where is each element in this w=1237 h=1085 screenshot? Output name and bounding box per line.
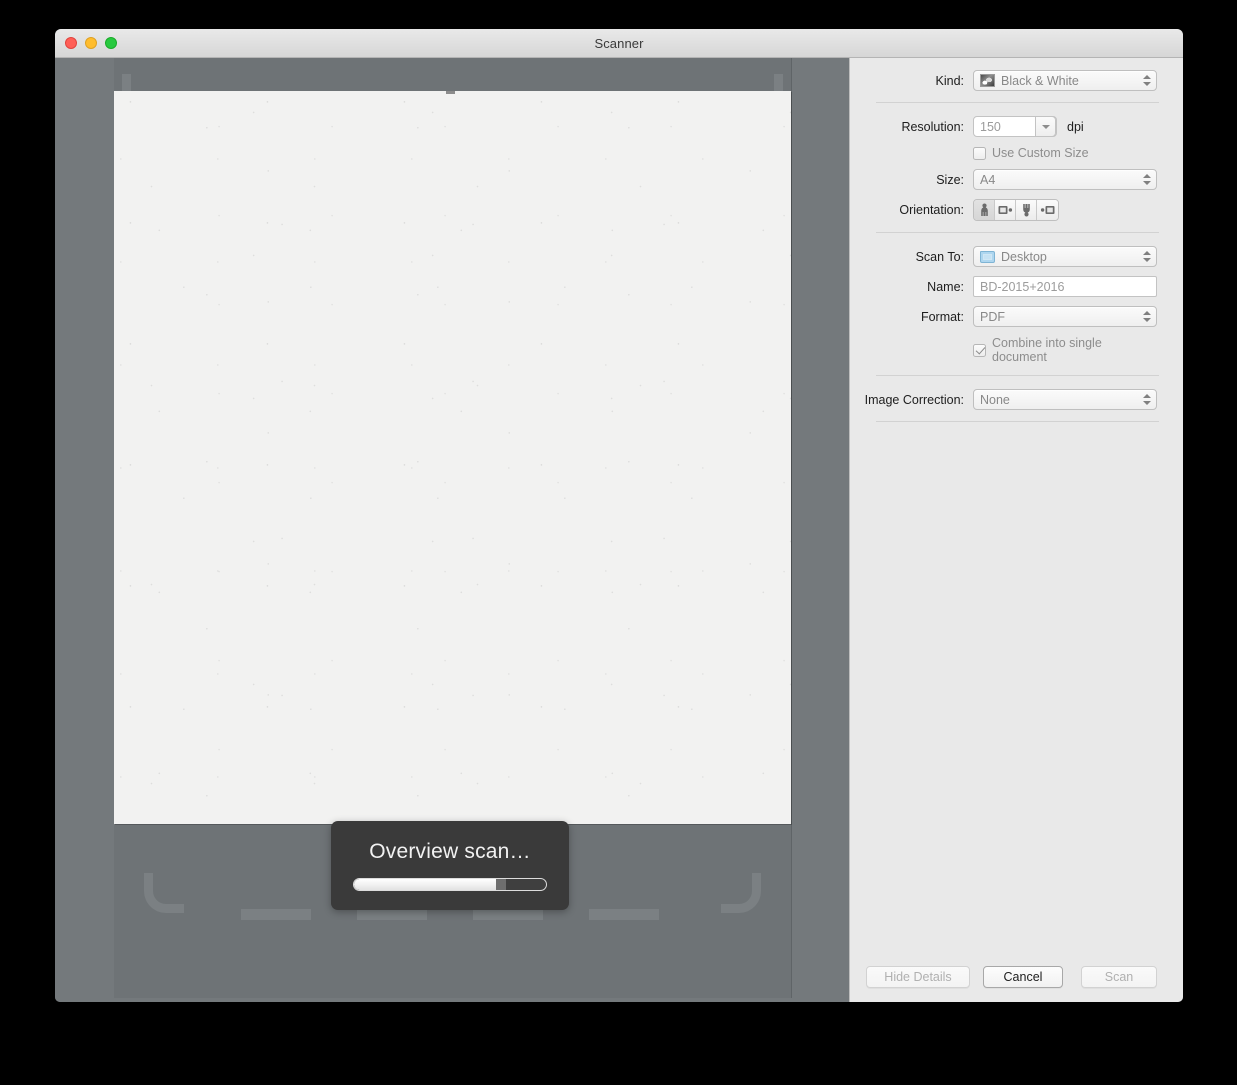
- kind-value: Black & White: [1001, 74, 1079, 88]
- row-orientation: Orientation:: [850, 199, 1183, 221]
- row-image-correction: Image Correction: None: [850, 389, 1183, 410]
- kind-popup-button[interactable]: Black & White: [973, 70, 1157, 91]
- checkbox-box-checked: [973, 344, 986, 357]
- chevron-down-icon[interactable]: [1035, 116, 1056, 137]
- resolution-label: Resolution:: [850, 120, 973, 134]
- window-title-bar: Scanner: [55, 29, 1183, 58]
- row-scan-to: Scan To: Desktop: [850, 246, 1183, 267]
- progress-bar-head: [496, 879, 506, 890]
- divider: [876, 102, 1159, 103]
- sidebar-footer: Hide Details Cancel Scan: [850, 966, 1183, 988]
- size-label: Size:: [850, 173, 973, 187]
- divider: [876, 375, 1159, 376]
- orientation-landscape-right-icon[interactable]: [995, 200, 1016, 220]
- chevron-updown-icon: [1143, 393, 1151, 407]
- scan-button[interactable]: Scan: [1081, 966, 1157, 988]
- bed-tick: [589, 909, 659, 920]
- grayscale-thumbnail-icon: [980, 74, 995, 87]
- divider: [876, 421, 1159, 422]
- page-speckle-texture: [114, 91, 791, 824]
- resolution-combo-box[interactable]: 150: [973, 116, 1057, 137]
- scan-preview-pane[interactable]: Overview scan…: [55, 58, 849, 1002]
- name-label: Name:: [850, 280, 973, 294]
- size-value: A4: [980, 173, 995, 187]
- row-resolution: Resolution: 150 dpi: [850, 116, 1183, 137]
- row-name: Name: BD-2015+2016: [850, 276, 1183, 297]
- overview-scan-progress-panel: Overview scan…: [331, 821, 569, 910]
- format-popup-button[interactable]: PDF: [973, 306, 1157, 327]
- bed-tick: [357, 909, 427, 920]
- use-custom-size-label: Use Custom Size: [992, 146, 1089, 160]
- bed-corner-guide-left: [144, 873, 184, 913]
- divider: [876, 232, 1159, 233]
- image-correction-label: Image Correction:: [850, 393, 973, 407]
- orientation-segmented-control[interactable]: [973, 199, 1059, 221]
- checkbox-box: [973, 147, 986, 160]
- page-top-notch: [446, 91, 455, 94]
- orientation-landscape-left-icon[interactable]: [1037, 200, 1058, 220]
- scanned-page-image: [114, 91, 791, 824]
- resolution-value: 150: [980, 120, 1001, 134]
- format-value: PDF: [980, 310, 1005, 324]
- window-body: Overview scan… Kind: Black & White: [55, 58, 1183, 1002]
- row-format: Format: PDF: [850, 306, 1183, 327]
- chevron-updown-icon: [1143, 74, 1151, 88]
- orientation-portrait-down-icon[interactable]: [1016, 200, 1037, 220]
- close-button[interactable]: [65, 37, 77, 49]
- kind-label: Kind:: [850, 74, 973, 88]
- image-correction-value: None: [980, 393, 1010, 407]
- folder-icon: [980, 251, 995, 263]
- window-title: Scanner: [594, 36, 643, 51]
- progress-bar-fill: [354, 879, 496, 890]
- combine-into-single-document-checkbox[interactable]: Combine into single document: [973, 336, 1157, 364]
- window-controls: [65, 37, 117, 49]
- bed-tick: [473, 909, 543, 920]
- progress-bar: [353, 878, 547, 891]
- combine-label: Combine into single document: [992, 336, 1157, 364]
- zoom-button[interactable]: [105, 37, 117, 49]
- use-custom-size-checkbox[interactable]: Use Custom Size: [973, 146, 1089, 160]
- scan-to-label: Scan To:: [850, 250, 973, 264]
- minimize-button[interactable]: [85, 37, 97, 49]
- bed-tick: [241, 909, 311, 920]
- format-label: Format:: [850, 310, 973, 324]
- orientation-label: Orientation:: [850, 203, 973, 217]
- row-use-custom-size: Use Custom Size: [850, 146, 1183, 160]
- hide-details-button[interactable]: Hide Details: [866, 966, 970, 988]
- bed-corner-guide-right: [721, 873, 761, 913]
- row-kind: Kind: Black & White: [850, 70, 1183, 91]
- chevron-updown-icon: [1143, 250, 1151, 264]
- scanner-window: Scanner Overview scan…: [55, 29, 1183, 1002]
- resolution-unit: dpi: [1067, 120, 1084, 134]
- chevron-updown-icon: [1143, 310, 1151, 324]
- image-correction-popup-button[interactable]: None: [973, 389, 1157, 410]
- scan-to-popup-button[interactable]: Desktop: [973, 246, 1157, 267]
- row-size: Size: A4: [850, 169, 1183, 190]
- scan-to-value: Desktop: [1001, 250, 1047, 264]
- row-combine: Combine into single document: [850, 336, 1183, 364]
- name-input[interactable]: BD-2015+2016: [973, 276, 1157, 297]
- progress-label: Overview scan…: [369, 840, 531, 864]
- chevron-updown-icon: [1143, 173, 1151, 187]
- orientation-portrait-up-icon[interactable]: [974, 200, 995, 220]
- cancel-button[interactable]: Cancel: [983, 966, 1063, 988]
- size-popup-button[interactable]: A4: [973, 169, 1157, 190]
- scan-settings-sidebar: Kind: Black & White Resolution: 150: [849, 58, 1183, 1002]
